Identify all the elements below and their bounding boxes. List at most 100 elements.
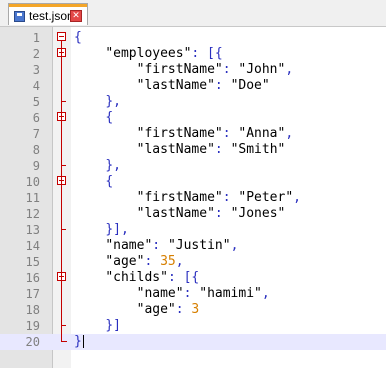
line-number: 14: [25, 239, 40, 253]
code-text: "age": 3: [74, 302, 200, 317]
code-token: "age": [105, 254, 145, 269]
code-line[interactable]: 4 "lastName": "Doe": [0, 78, 386, 94]
code-line[interactable]: 2 "employees": [{: [0, 46, 386, 62]
line-number: 6: [32, 111, 40, 125]
code-text: {: [74, 111, 113, 125]
code-line[interactable]: 3 "firstName": "John",: [0, 62, 386, 78]
code-text: "age": 35,: [74, 254, 184, 269]
code-line[interactable]: 6 {: [0, 110, 386, 126]
code-token: "lastName": [136, 78, 215, 93]
code-line[interactable]: 12 "lastName": "Jones": [0, 206, 386, 222]
code-token: :: [222, 190, 239, 205]
code-token: ,: [293, 190, 301, 205]
tab-test-json[interactable]: test.json ✕: [8, 3, 88, 25]
code-token: : [{: [191, 46, 223, 61]
code-token: }],: [105, 222, 129, 237]
code-editor[interactable]: 1{2 "employees": [{3 "firstName": "John"…: [0, 27, 386, 368]
code-token: ,: [261, 286, 270, 301]
code-token: :: [175, 302, 192, 317]
code-text: {: [74, 175, 113, 189]
current-code-line[interactable]: 20}: [0, 334, 386, 350]
code-text: "firstName": "John",: [74, 62, 294, 77]
line-number: 9: [32, 159, 40, 173]
fold-collapse-icon[interactable]: [57, 32, 66, 41]
code-text: {: [74, 31, 82, 45]
line-number: 17: [25, 287, 40, 301]
code-text: "name": "Justin",: [74, 239, 238, 253]
code-token: 35: [160, 254, 176, 269]
code-line[interactable]: 5 },: [0, 94, 386, 110]
line-number: 15: [25, 255, 40, 269]
code-text: "lastName": "Doe": [74, 79, 270, 93]
code-token: "firstName": [136, 62, 223, 77]
line-number: 4: [32, 79, 40, 93]
code-token: "childs": [105, 270, 168, 285]
code-text: }],: [74, 222, 129, 237]
code-text: "lastName": "Jones": [74, 206, 286, 221]
code-line[interactable]: 19 }]: [0, 318, 386, 334]
code-text: "lastName": "Smith": [74, 142, 286, 157]
code-token: ,: [175, 254, 184, 269]
tab-bar: test.json ✕: [0, 0, 386, 27]
code-token: "Jones": [230, 206, 286, 221]
code-token: "name": [136, 286, 184, 301]
code-token: "firstName": [136, 126, 223, 141]
code-text: "name": "hamimi",: [74, 287, 270, 301]
code-token: :: [214, 142, 231, 157]
code-token: "Doe": [230, 78, 270, 93]
code-line[interactable]: 9 },: [0, 158, 386, 174]
fold-end-marker: [61, 341, 67, 342]
line-number: 10: [25, 175, 40, 189]
code-token: "age": [136, 302, 176, 317]
code-text: "employees": [{: [74, 46, 223, 61]
code-token: : [{: [167, 270, 200, 285]
code-token: "Smith": [230, 142, 286, 157]
code-token: "hamimi": [199, 286, 262, 301]
code-text: "firstName": "Anna",: [74, 126, 294, 141]
code-line[interactable]: 18 "age": 3: [0, 302, 386, 318]
code-token: "employees": [105, 46, 192, 61]
close-tab-icon[interactable]: ✕: [70, 10, 82, 22]
code-line[interactable]: 15 "age": 35,: [0, 254, 386, 270]
fold-tree-line: [61, 41, 62, 341]
line-number: 2: [32, 47, 40, 61]
code-line[interactable]: 10 {: [0, 174, 386, 190]
line-number: 8: [32, 143, 40, 157]
code-token: ,: [285, 62, 294, 77]
text-cursor: [83, 335, 84, 348]
code-token: :: [214, 206, 231, 221]
code-token: ,: [285, 126, 294, 141]
line-number: 19: [25, 319, 40, 333]
code-token: },: [105, 158, 121, 173]
line-number: 5: [32, 95, 40, 109]
tab-label: test.json: [29, 9, 74, 23]
code-line[interactable]: 7 "firstName": "Anna",: [0, 126, 386, 142]
fold-block-end-marker: [61, 165, 66, 166]
code-line[interactable]: 16 "childs": [{: [0, 270, 386, 286]
code-line[interactable]: 14 "name": "Justin",: [0, 238, 386, 254]
code-line[interactable]: 11 "firstName": "Peter",: [0, 190, 386, 206]
code-token: :: [152, 238, 168, 253]
fold-block-end-marker: [61, 325, 66, 326]
code-text: },: [74, 95, 121, 109]
code-line[interactable]: 13 }],: [0, 222, 386, 238]
code-line[interactable]: 17 "name": "hamimi",: [0, 286, 386, 302]
code-line[interactable]: 8 "lastName": "Smith": [0, 142, 386, 158]
code-token: "Anna": [238, 126, 286, 141]
code-token: }: [74, 334, 82, 349]
line-number: 11: [25, 191, 40, 205]
code-line[interactable]: 1{: [0, 30, 386, 46]
code-token: }]: [105, 318, 121, 333]
code-text: }]: [74, 319, 121, 333]
code-text: }: [74, 335, 82, 349]
